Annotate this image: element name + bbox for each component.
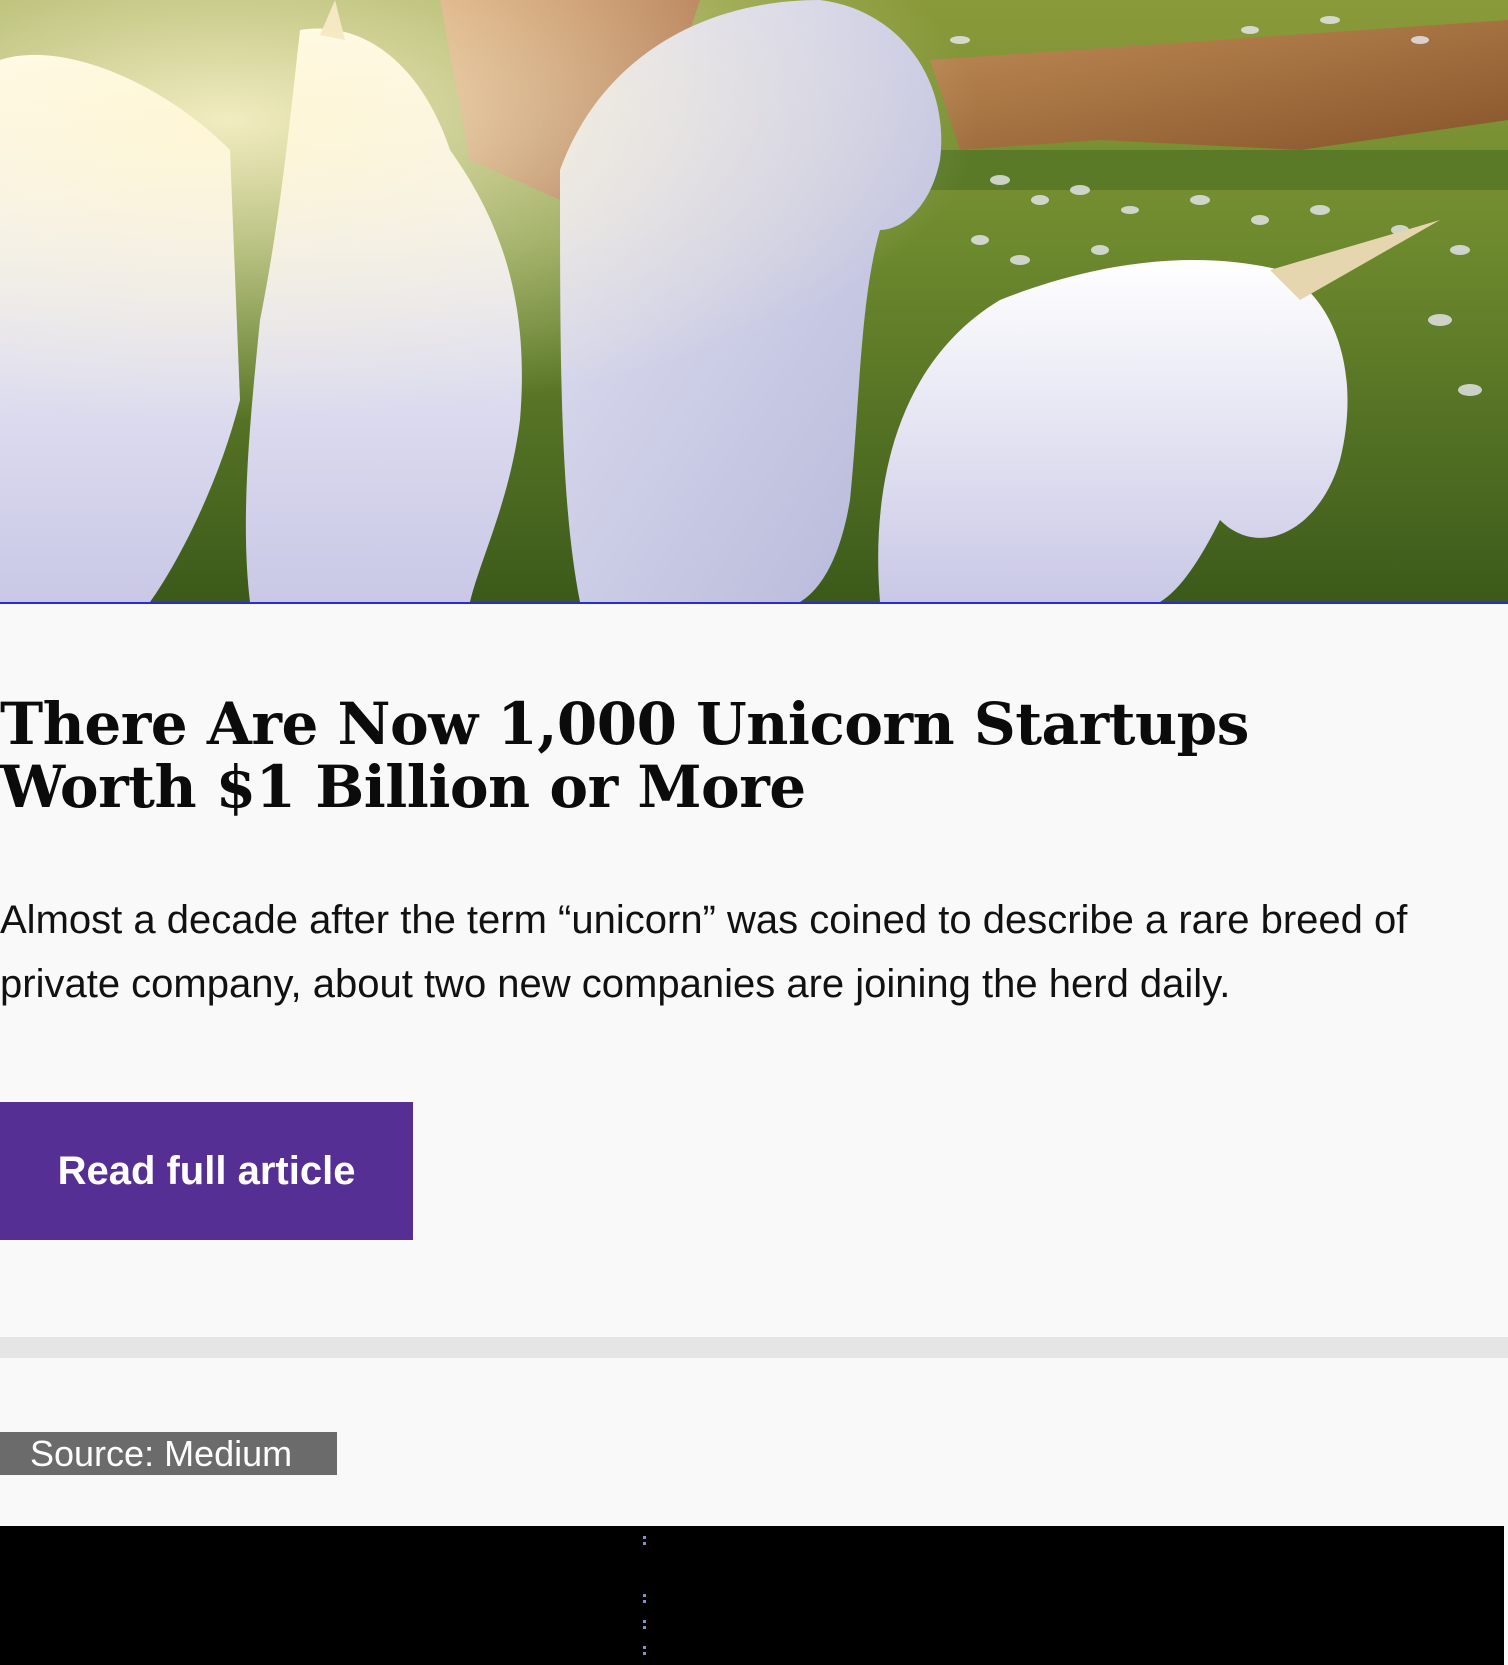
source-badge: Source: Medium [0, 1432, 337, 1475]
footer-ellipsis-icon [641, 1530, 649, 1660]
section-divider [0, 1337, 1508, 1358]
article-hero-image[interactable] [0, 0, 1508, 604]
article-title: There Are Now 1,000 Unicorn Startups Wor… [0, 690, 1249, 821]
read-full-article-button[interactable]: Read full article [0, 1102, 413, 1240]
article-summary: Almost a decade after the term “unicorn”… [0, 898, 1408, 1006]
footer-bar [0, 1526, 1504, 1665]
